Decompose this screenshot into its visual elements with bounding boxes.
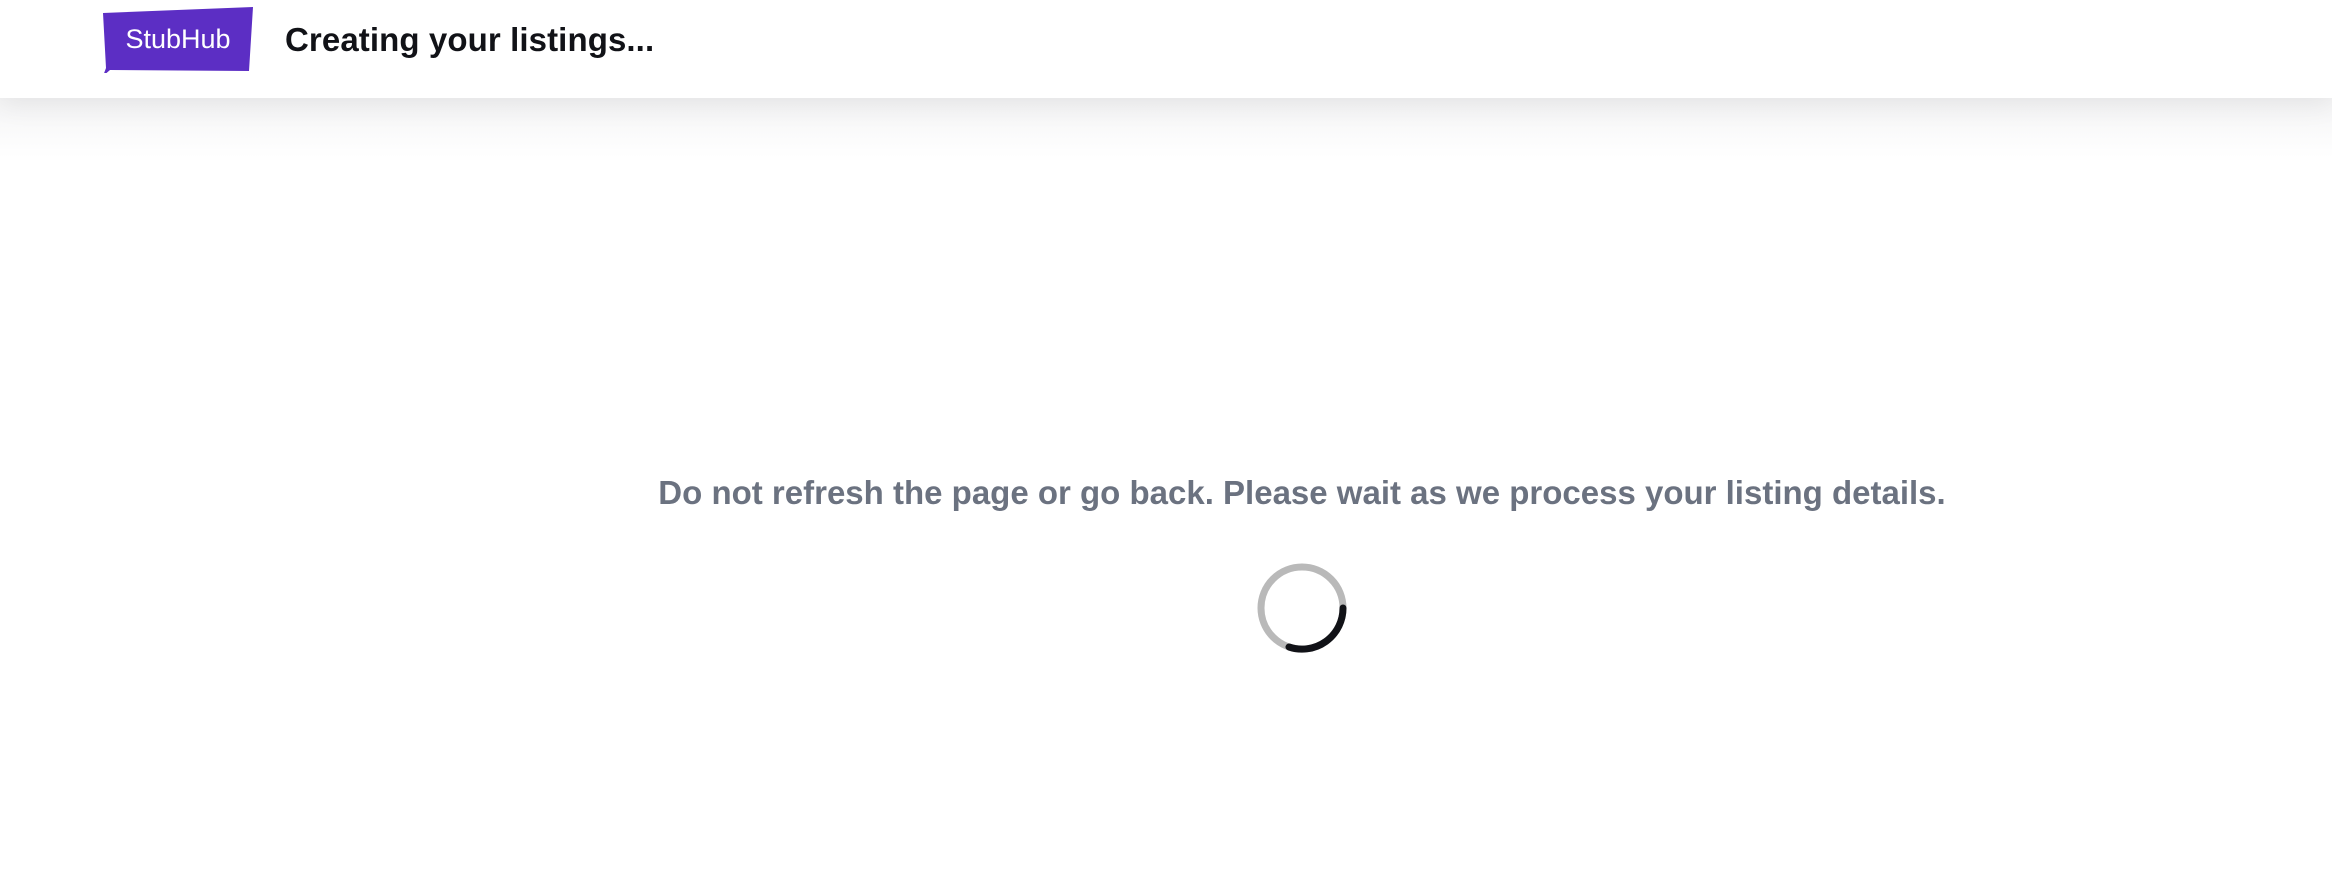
loading-spinner-icon (1257, 563, 1347, 653)
header-shadow (0, 98, 2332, 158)
logo-text: StubHub (125, 24, 230, 54)
top-header: StubHub Creating your listings... (0, 0, 2332, 98)
page-title: Creating your listings... (285, 21, 655, 58)
stubhub-logo[interactable]: StubHub (100, 5, 255, 73)
wait-message: Do not refresh the page or go back. Plea… (658, 474, 1946, 511)
loading-panel: Do not refresh the page or go back. Plea… (0, 98, 2332, 892)
